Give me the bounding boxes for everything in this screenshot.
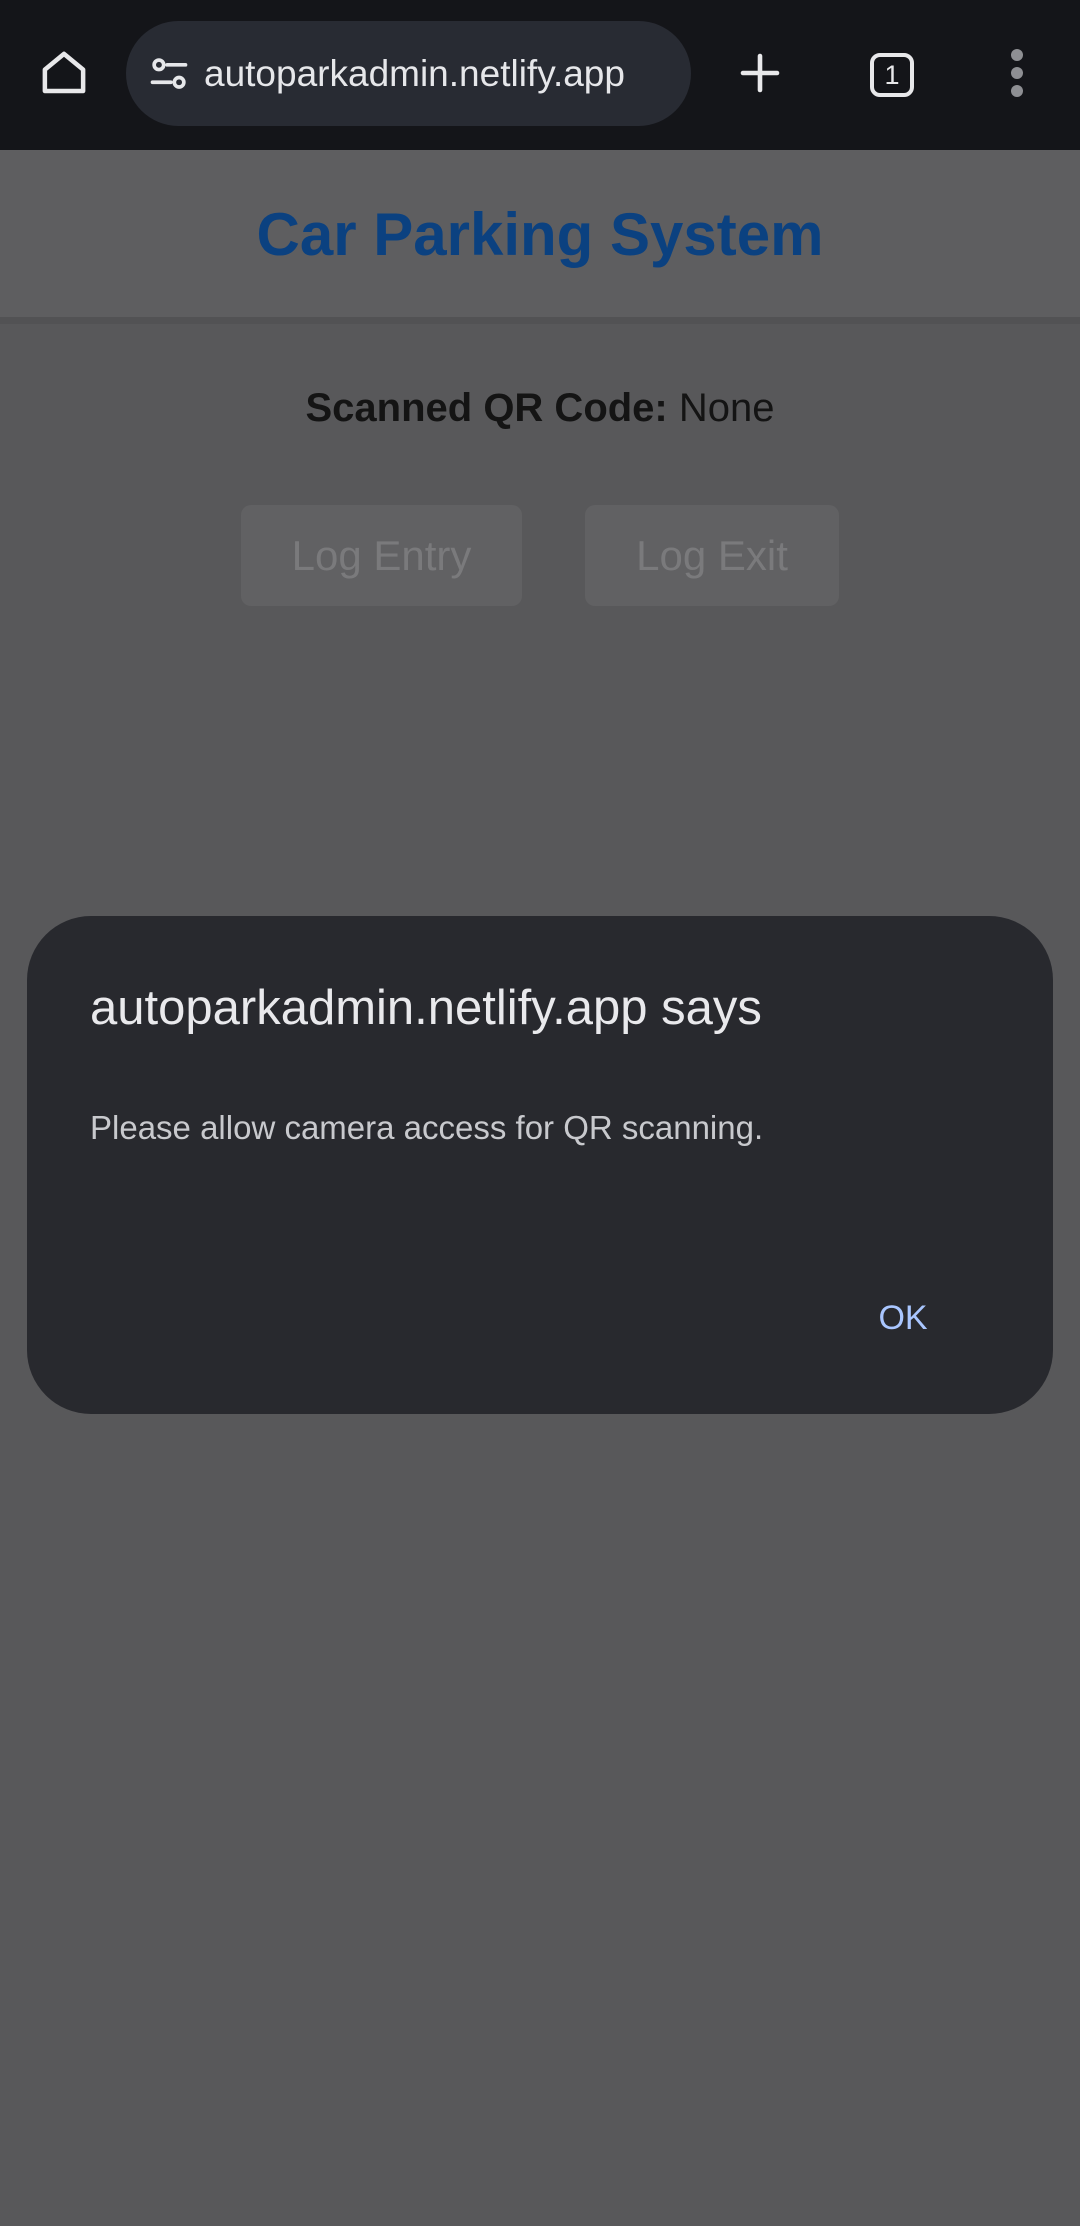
scanned-qr-status: Scanned QR Code: None	[0, 386, 1080, 431]
dialog-message: Please allow camera access for QR scanni…	[90, 1109, 764, 1146]
alert-dialog: autoparkadmin.netlify.app says Please al…	[27, 916, 1053, 1414]
tab-switcher-button[interactable]: 1	[852, 35, 932, 115]
screen: autoparkadmin.netlify.app 1 Car Parking …	[0, 0, 1080, 2226]
page-header: Car Parking System	[0, 150, 1080, 324]
log-exit-button[interactable]: Log Exit	[585, 505, 839, 606]
home-button[interactable]	[24, 35, 104, 115]
url-text: autoparkadmin.netlify.app	[204, 52, 625, 94]
home-icon	[37, 46, 91, 105]
plus-icon	[736, 49, 784, 102]
new-tab-button[interactable]	[720, 35, 800, 115]
tab-switcher-icon: 1	[870, 53, 914, 97]
dialog-title: autoparkadmin.netlify.app says	[90, 981, 762, 1035]
browser-menu-button[interactable]	[977, 35, 1057, 115]
scanned-qr-value: None	[678, 386, 775, 430]
page-title: Car Parking System	[256, 201, 824, 268]
more-vert-icon	[1007, 47, 1027, 104]
ok-button[interactable]: OK	[843, 1278, 963, 1358]
scanned-qr-label: Scanned QR Code:	[305, 386, 668, 430]
tune-icon[interactable]	[146, 51, 192, 97]
log-entry-button[interactable]: Log Entry	[241, 505, 522, 606]
address-bar[interactable]: autoparkadmin.netlify.app	[126, 21, 691, 126]
browser-toolbar: autoparkadmin.netlify.app 1	[0, 0, 1080, 150]
